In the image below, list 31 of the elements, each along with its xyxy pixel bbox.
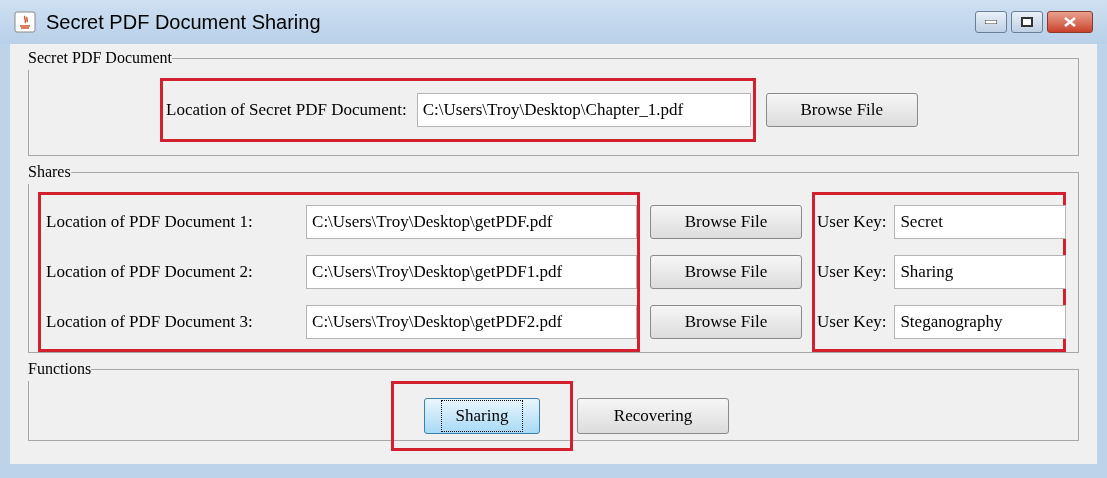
field-label: Location of PDF Document 2: — [46, 261, 254, 284]
maximize-button[interactable] — [1011, 11, 1043, 33]
group-title: Secret PDF Document — [28, 48, 172, 68]
browse-file-button[interactable]: Browse File — [765, 93, 918, 127]
maximize-icon — [1021, 17, 1033, 27]
field-label: User Key: — [817, 261, 887, 284]
field-label: Location of Secret PDF Document: — [166, 99, 407, 122]
field-label: User Key: — [817, 211, 887, 234]
text-field[interactable]: Steganography — [894, 305, 1067, 339]
text-field[interactable]: C:\Users\Troy\Desktop\getPDF2.pdf — [306, 305, 637, 339]
group-title: Functions — [28, 359, 92, 379]
text-field[interactable]: Secret — [894, 205, 1067, 239]
text-field[interactable]: C:\Users\Troy\Desktop\Chapter_1.pdf — [416, 93, 751, 127]
close-icon — [1064, 17, 1076, 27]
text-field[interactable]: Sharing — [894, 255, 1067, 289]
action-button[interactable]: Sharing — [424, 398, 540, 434]
minimize-icon — [985, 20, 997, 24]
close-button[interactable] — [1047, 11, 1093, 33]
field-label: User Key: — [817, 311, 887, 334]
minimize-button[interactable] — [975, 11, 1007, 33]
browse-file-button[interactable]: Browse File — [650, 255, 802, 289]
browse-file-button[interactable]: Browse File — [650, 205, 802, 239]
group-title: Shares — [28, 162, 71, 182]
window-title: Secret PDF Document Sharing — [46, 10, 321, 35]
field-label: Location of PDF Document 3: — [46, 311, 254, 334]
field-label: Location of PDF Document 1: — [46, 211, 254, 234]
text-field[interactable]: C:\Users\Troy\Desktop\getPDF.pdf — [306, 205, 637, 239]
browse-file-button[interactable]: Browse File — [650, 305, 802, 339]
text-field[interactable]: C:\Users\Troy\Desktop\getPDF1.pdf — [306, 255, 637, 289]
action-button[interactable]: Recovering — [577, 398, 729, 434]
app-icon — [14, 11, 36, 33]
